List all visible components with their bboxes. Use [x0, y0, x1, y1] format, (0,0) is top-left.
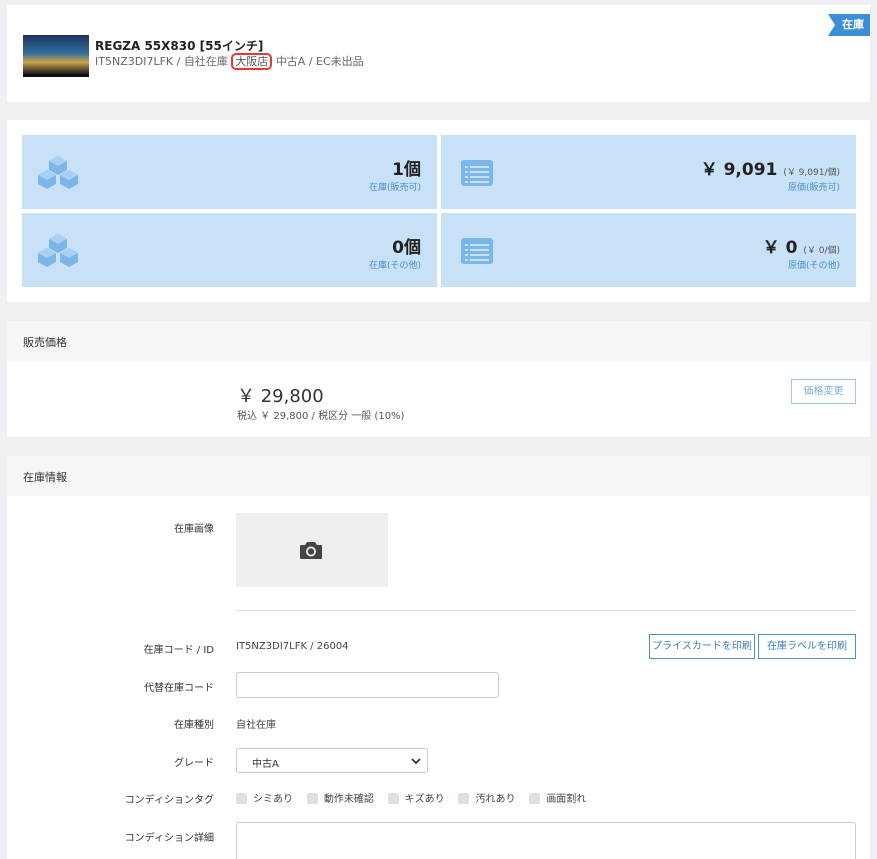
- stat-label: 原価(その他): [787, 261, 840, 271]
- checkbox[interactable]: [458, 793, 470, 804]
- condition-tag-unverified[interactable]: 動作未確認: [306, 790, 374, 805]
- product-ec-status: EC未出品: [316, 55, 364, 68]
- divider: [236, 610, 856, 611]
- sale-price: ￥ 29,800: [237, 386, 324, 407]
- condition-tag-scratch[interactable]: キズあり: [387, 790, 445, 805]
- stock-info-form: 在庫画像 在庫コード / ID IT5NZ3DI7LFK / 26004 プライ…: [7, 496, 870, 859]
- grade-select[interactable]: 中古A: [236, 748, 428, 773]
- boxes-icon: [38, 156, 78, 189]
- tax-note: 税込 ￥ 29,800 / 税区分 一般 (10%): [237, 411, 405, 422]
- checkbox[interactable]: [529, 793, 541, 804]
- chevron-down-icon: [411, 758, 421, 765]
- stat-value: 0個: [392, 238, 421, 258]
- stock-info-header: 在庫情報: [7, 456, 870, 496]
- stat-tile-cost-other: ￥ 0 (￥ 0/個) 原価(その他): [441, 213, 856, 287]
- stat-tile-stock-other: 0個 在庫(その他): [22, 213, 437, 287]
- section-title: 在庫情報: [23, 471, 67, 484]
- condition-tag-cracked-screen[interactable]: 画面割れ: [529, 790, 586, 805]
- stat-value: 1個: [392, 160, 421, 180]
- product-store: 大阪店: [231, 53, 273, 70]
- stock-image-upload[interactable]: [236, 513, 388, 587]
- price-section-header: 販売価格: [7, 321, 870, 361]
- grade-label: グレード: [174, 758, 214, 769]
- stat-value: ￥ 0 (￥ 0/個): [762, 238, 840, 258]
- product-meta: IT5NZ3DI7LFK / 自社在庫 大阪店 中古A / EC未出品: [95, 53, 364, 70]
- checkbox[interactable]: [306, 793, 318, 804]
- stock-type-label: 在庫種別: [174, 720, 214, 731]
- stock-code-value: IT5NZ3DI7LFK / 26004: [236, 641, 349, 652]
- stock-stats: 1個 在庫(販売可) ￥ 9,091 (￥ 9,091/個) 原価(販売可) 0…: [7, 120, 870, 302]
- print-price-card-button[interactable]: プライスカードを印刷: [649, 634, 755, 659]
- product-title: REGZA 55X830 [55インチ]: [95, 39, 264, 53]
- condition-detail-textarea[interactable]: [236, 822, 856, 859]
- price-section: ￥ 29,800 税込 ￥ 29,800 / 税区分 一般 (10%) 価格変更: [7, 361, 870, 437]
- alt-code-label: 代替在庫コード: [144, 683, 214, 694]
- product-stock-type: 自社在庫: [183, 55, 228, 68]
- stock-code-label: 在庫コード / ID: [143, 645, 214, 656]
- condition-tag-label: コンディションタグ: [124, 795, 214, 806]
- condition-tag-stain[interactable]: シミあり: [236, 790, 293, 805]
- stock-image-label: 在庫画像: [174, 524, 214, 535]
- list-icon: [461, 160, 493, 186]
- print-stock-label-button[interactable]: 在庫ラベルを印刷: [758, 634, 856, 659]
- grade-selected-value: 中古A: [252, 759, 279, 770]
- section-title: 販売価格: [23, 336, 67, 349]
- stat-label: 在庫(その他): [368, 261, 421, 271]
- stat-value: ￥ 9,091 (￥ 9,091/個): [700, 160, 840, 180]
- condition-tag-dirt[interactable]: 汚れあり: [458, 790, 515, 805]
- stat-tile-cost-sellable: ￥ 9,091 (￥ 9,091/個) 原価(販売可): [441, 135, 856, 209]
- stat-label: 原価(販売可): [787, 183, 840, 193]
- product-thumbnail: [23, 35, 89, 77]
- checkbox[interactable]: [387, 793, 399, 804]
- list-icon: [461, 238, 493, 264]
- checkbox[interactable]: [236, 793, 247, 804]
- product-code: IT5NZ3DI7LFK: [95, 55, 174, 68]
- condition-tags: シミあり 動作未確認 キズあり 汚れあり 画面割れ: [236, 790, 596, 805]
- camera-icon: [300, 542, 322, 559]
- product-header: REGZA 55X830 [55インチ] IT5NZ3DI7LFK / 自社在庫…: [7, 5, 870, 102]
- stock-type-value: 自社在庫: [236, 720, 276, 731]
- stock-status-badge: 在庫: [828, 14, 870, 36]
- product-grade: 中古A: [275, 55, 306, 68]
- stat-label: 在庫(販売可): [368, 183, 421, 193]
- boxes-icon: [38, 234, 78, 267]
- alt-code-input[interactable]: [236, 672, 499, 698]
- change-price-button[interactable]: 価格変更: [791, 379, 856, 404]
- stat-tile-stock-sellable: 1個 在庫(販売可): [22, 135, 437, 209]
- condition-detail-label: コンディション詳細: [124, 833, 214, 844]
